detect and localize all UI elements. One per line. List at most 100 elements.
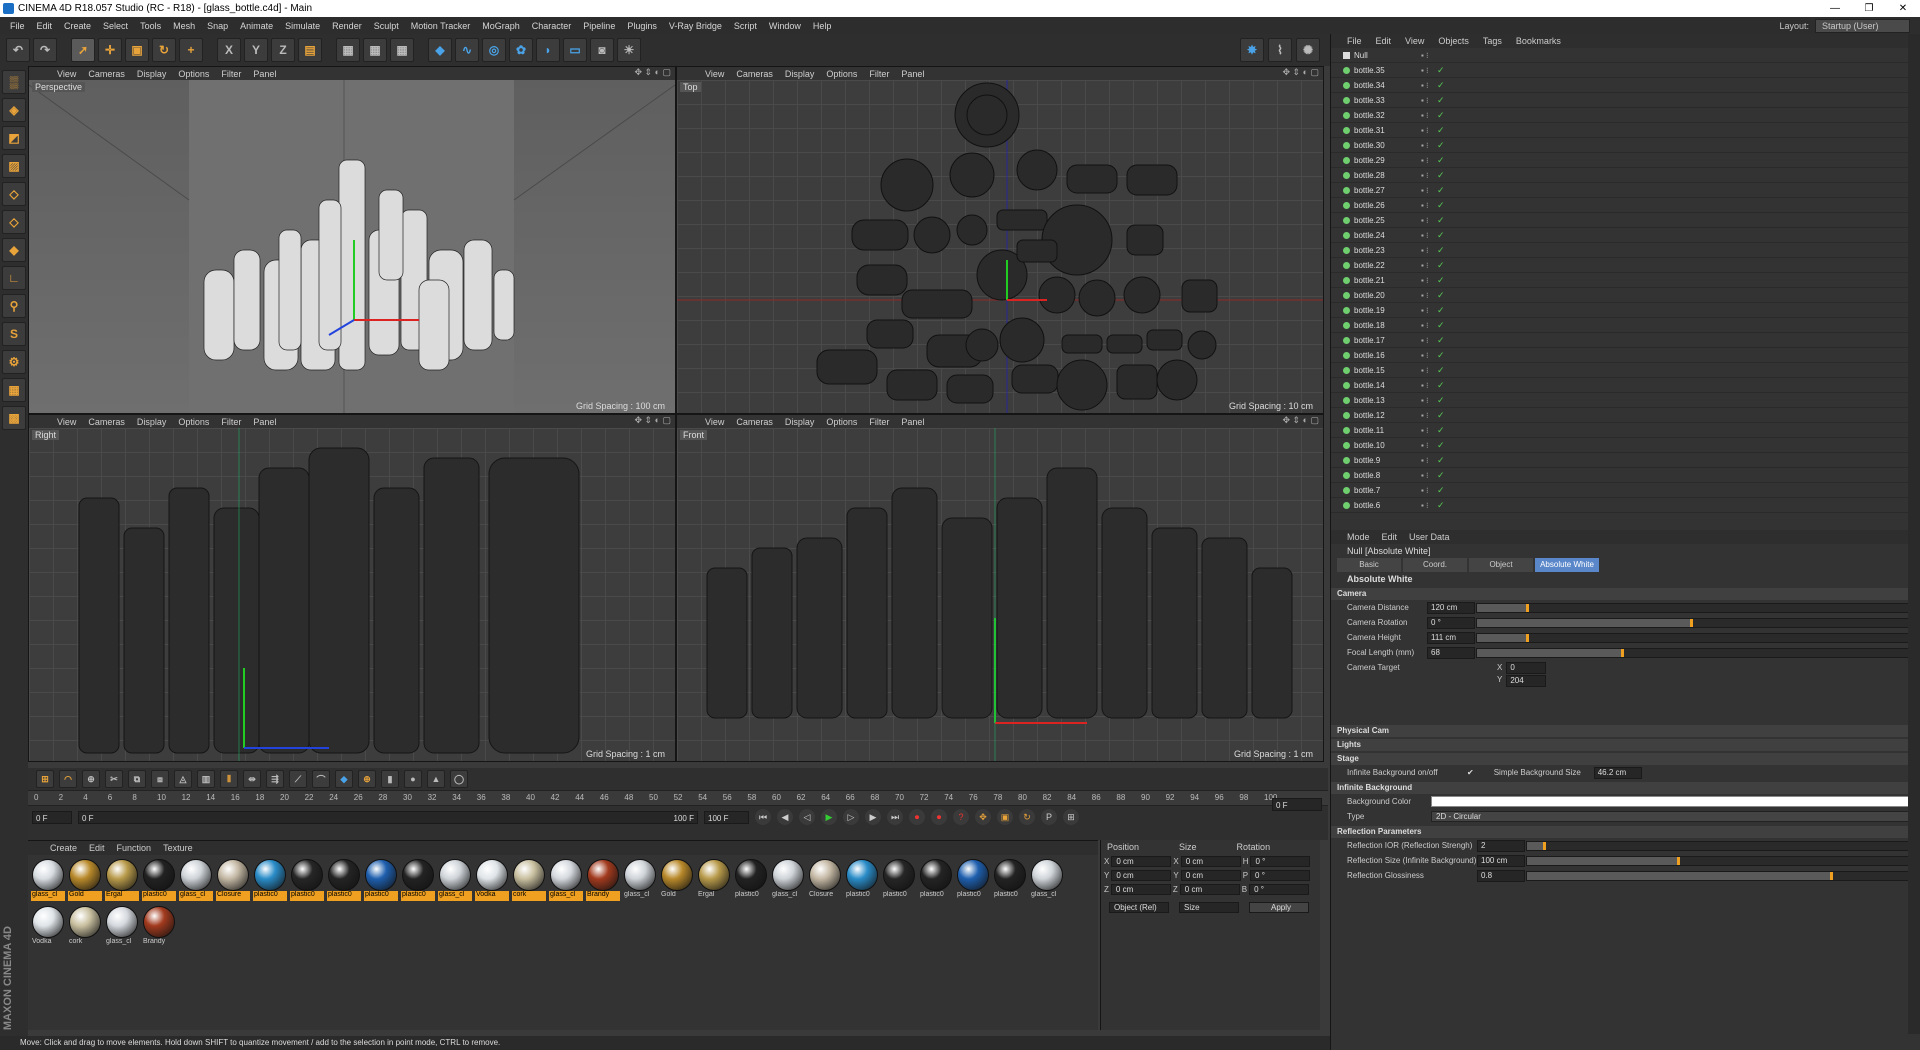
object-row[interactable]: bottle.15 ▪ ⁝ ✓ — [1331, 363, 1920, 378]
maximize-button[interactable]: ❐ — [1852, 0, 1886, 17]
enabled-check-icon[interactable]: ✓ — [1437, 185, 1445, 196]
autokey-icon[interactable]: ⏺ — [931, 809, 947, 825]
subdivision-icon[interactable]: ◎ — [482, 38, 506, 62]
menu-display[interactable]: Display — [137, 69, 167, 79]
material-swatch[interactable]: Brandy — [586, 859, 620, 903]
viewport-nav-icons[interactable]: ✥ ⇕ ◐ ▢ — [1282, 415, 1319, 426]
rotation-key-icon[interactable]: ↻ — [1019, 809, 1035, 825]
menu-item[interactable]: Snap — [201, 21, 234, 31]
enabled-check-icon[interactable]: ✓ — [1437, 380, 1445, 391]
enabled-check-icon[interactable]: ✓ — [1437, 230, 1445, 241]
bevel-icon[interactable]: ◬ — [174, 770, 192, 788]
viewport-perspective[interactable]: View Cameras Display Options Filter Pane… — [28, 66, 676, 414]
viewport-nav-icons[interactable]: ✥ ⇕ ◐ ▢ — [634, 415, 671, 426]
material-swatch[interactable]: glass_cl — [549, 859, 583, 903]
menu-item[interactable]: Window — [763, 21, 807, 31]
property-value[interactable]: 68 — [1427, 646, 1475, 659]
enabled-check-icon[interactable]: ✓ — [1437, 455, 1445, 466]
current-frame-field[interactable]: 0 F — [32, 810, 72, 824]
menu-item[interactable]: Simulate — [279, 21, 326, 31]
object-row[interactable]: bottle.28 ▪ ⁝ ✓ — [1331, 168, 1920, 183]
enabled-check-icon[interactable]: ✓ — [1437, 95, 1445, 106]
enabled-check-icon[interactable]: ✓ — [1437, 125, 1445, 136]
minimize-button[interactable]: — — [1818, 0, 1852, 17]
menu-options[interactable]: Options — [178, 69, 209, 79]
visibility-icon[interactable]: ▪ ⁝ — [1421, 246, 1429, 255]
visibility-icon[interactable]: ▪ ⁝ — [1421, 216, 1429, 225]
enabled-check-icon[interactable]: ✓ — [1437, 410, 1445, 421]
visibility-icon[interactable]: ▪ ⁝ — [1421, 366, 1429, 375]
enabled-check-icon[interactable]: ✓ — [1437, 470, 1445, 481]
enabled-check-icon[interactable]: ✓ — [1437, 290, 1445, 301]
visibility-icon[interactable]: ▪ ⁝ — [1421, 96, 1429, 105]
visibility-icon[interactable]: ▪ ⁝ — [1421, 111, 1429, 120]
enabled-check-icon[interactable]: ✓ — [1437, 80, 1445, 91]
menu-filter[interactable]: Filter — [221, 69, 241, 79]
visibility-icon[interactable]: ▪ ⁝ — [1421, 66, 1429, 75]
menu-options[interactable]: Options — [178, 417, 209, 427]
object-row[interactable]: bottle.30 ▪ ⁝ ✓ — [1331, 138, 1920, 153]
material-swatch[interactable]: Gold — [68, 859, 102, 903]
visibility-icon[interactable]: ▪ ⁝ — [1421, 126, 1429, 135]
object-row[interactable]: bottle.18 ▪ ⁝ ✓ — [1331, 318, 1920, 333]
object-menu-item[interactable]: View — [1405, 36, 1424, 46]
material-swatch[interactable]: Vodka — [475, 859, 509, 903]
object-menu-item[interactable]: File — [1347, 36, 1362, 46]
object-row[interactable]: bottle.19 ▪ ⁝ ✓ — [1331, 303, 1920, 318]
menu-item[interactable]: V-Ray Bridge — [663, 21, 728, 31]
object-row[interactable]: bottle.22 ▪ ⁝ ✓ — [1331, 258, 1920, 273]
make-editable-icon[interactable]: ▒ — [2, 70, 26, 94]
select-icon[interactable]: ⊕ — [82, 770, 100, 788]
material-swatch[interactable]: glass_cl — [105, 906, 139, 950]
visibility-icon[interactable]: ▪ ⁝ — [1421, 441, 1429, 450]
menu-filter[interactable]: Filter — [869, 417, 889, 427]
x-axis-icon[interactable]: X — [217, 38, 241, 62]
property-slider[interactable] — [1526, 855, 1910, 866]
infinite-bg-group[interactable]: Infinite Background — [1331, 782, 1920, 794]
visibility-icon[interactable]: ▪ ⁝ — [1421, 231, 1429, 240]
torus-icon[interactable]: ◯ — [450, 770, 468, 788]
enabled-check-icon[interactable]: ✓ — [1437, 275, 1445, 286]
render-active-icon[interactable]: ✸ — [1240, 38, 1264, 62]
menu-item[interactable]: Script — [728, 21, 763, 31]
menu-edit[interactable]: Edit — [1382, 532, 1398, 542]
floor-icon[interactable]: ▭ — [563, 38, 587, 62]
menu-user-data[interactable]: User Data — [1409, 532, 1450, 542]
play-icon[interactable]: ▶ — [821, 809, 837, 825]
size-x-field[interactable]: 0 cm — [1180, 855, 1241, 867]
property-value[interactable]: 120 cm — [1427, 601, 1475, 614]
camera-group[interactable]: Camera — [1331, 588, 1920, 600]
visibility-icon[interactable]: ▪ ⁝ — [1421, 426, 1429, 435]
y-axis-icon[interactable]: Y — [244, 38, 268, 62]
record-icon[interactable]: ⏺ — [909, 809, 925, 825]
menu-display[interactable]: Display — [785, 69, 815, 79]
type-dropdown[interactable]: 2D - Circular — [1431, 811, 1914, 822]
visibility-icon[interactable]: ▪ ⁝ — [1421, 486, 1429, 495]
enabled-check-icon[interactable]: ✓ — [1437, 155, 1445, 166]
visibility-icon[interactable]: ▪ ⁝ — [1421, 336, 1429, 345]
menu-view[interactable]: View — [57, 417, 76, 427]
menu-panel[interactable]: Panel — [253, 69, 276, 79]
material-swatch[interactable]: Brandy — [142, 906, 176, 950]
object-row[interactable]: bottle.8 ▪ ⁝ ✓ — [1331, 468, 1920, 483]
property-value[interactable]: 0.8 — [1477, 869, 1525, 882]
size-z-field[interactable]: 0 cm — [1179, 883, 1240, 895]
menu-create[interactable]: Create — [50, 843, 77, 853]
menu-cameras[interactable]: Cameras — [88, 417, 125, 427]
edges-mode-icon[interactable]: ◇ — [2, 210, 26, 234]
spline-pen-icon[interactable]: ∿ — [455, 38, 479, 62]
object-row[interactable]: bottle.10 ▪ ⁝ ✓ — [1331, 438, 1920, 453]
right-frame-field[interactable]: 0 F — [1272, 798, 1322, 811]
material-swatch[interactable]: plastic0 — [327, 859, 361, 903]
material-swatch[interactable]: plastic0 — [845, 859, 879, 903]
object-row[interactable]: bottle.9 ▪ ⁝ ✓ — [1331, 453, 1920, 468]
cylinder-icon[interactable]: ▮ — [381, 770, 399, 788]
visibility-icon[interactable]: ▪ ⁝ — [1421, 171, 1429, 180]
property-slider[interactable] — [1476, 617, 1910, 628]
material-swatch[interactable]: Gold — [660, 859, 694, 903]
menu-item[interactable]: Mesh — [167, 21, 201, 31]
material-swatch[interactable]: plastic0 — [734, 859, 768, 903]
object-row[interactable]: bottle.7 ▪ ⁝ ✓ — [1331, 483, 1920, 498]
viewport-canvas[interactable]: Top Grid Spacing : 10 cm — [677, 80, 1323, 413]
menu-cameras[interactable]: Cameras — [736, 417, 773, 427]
